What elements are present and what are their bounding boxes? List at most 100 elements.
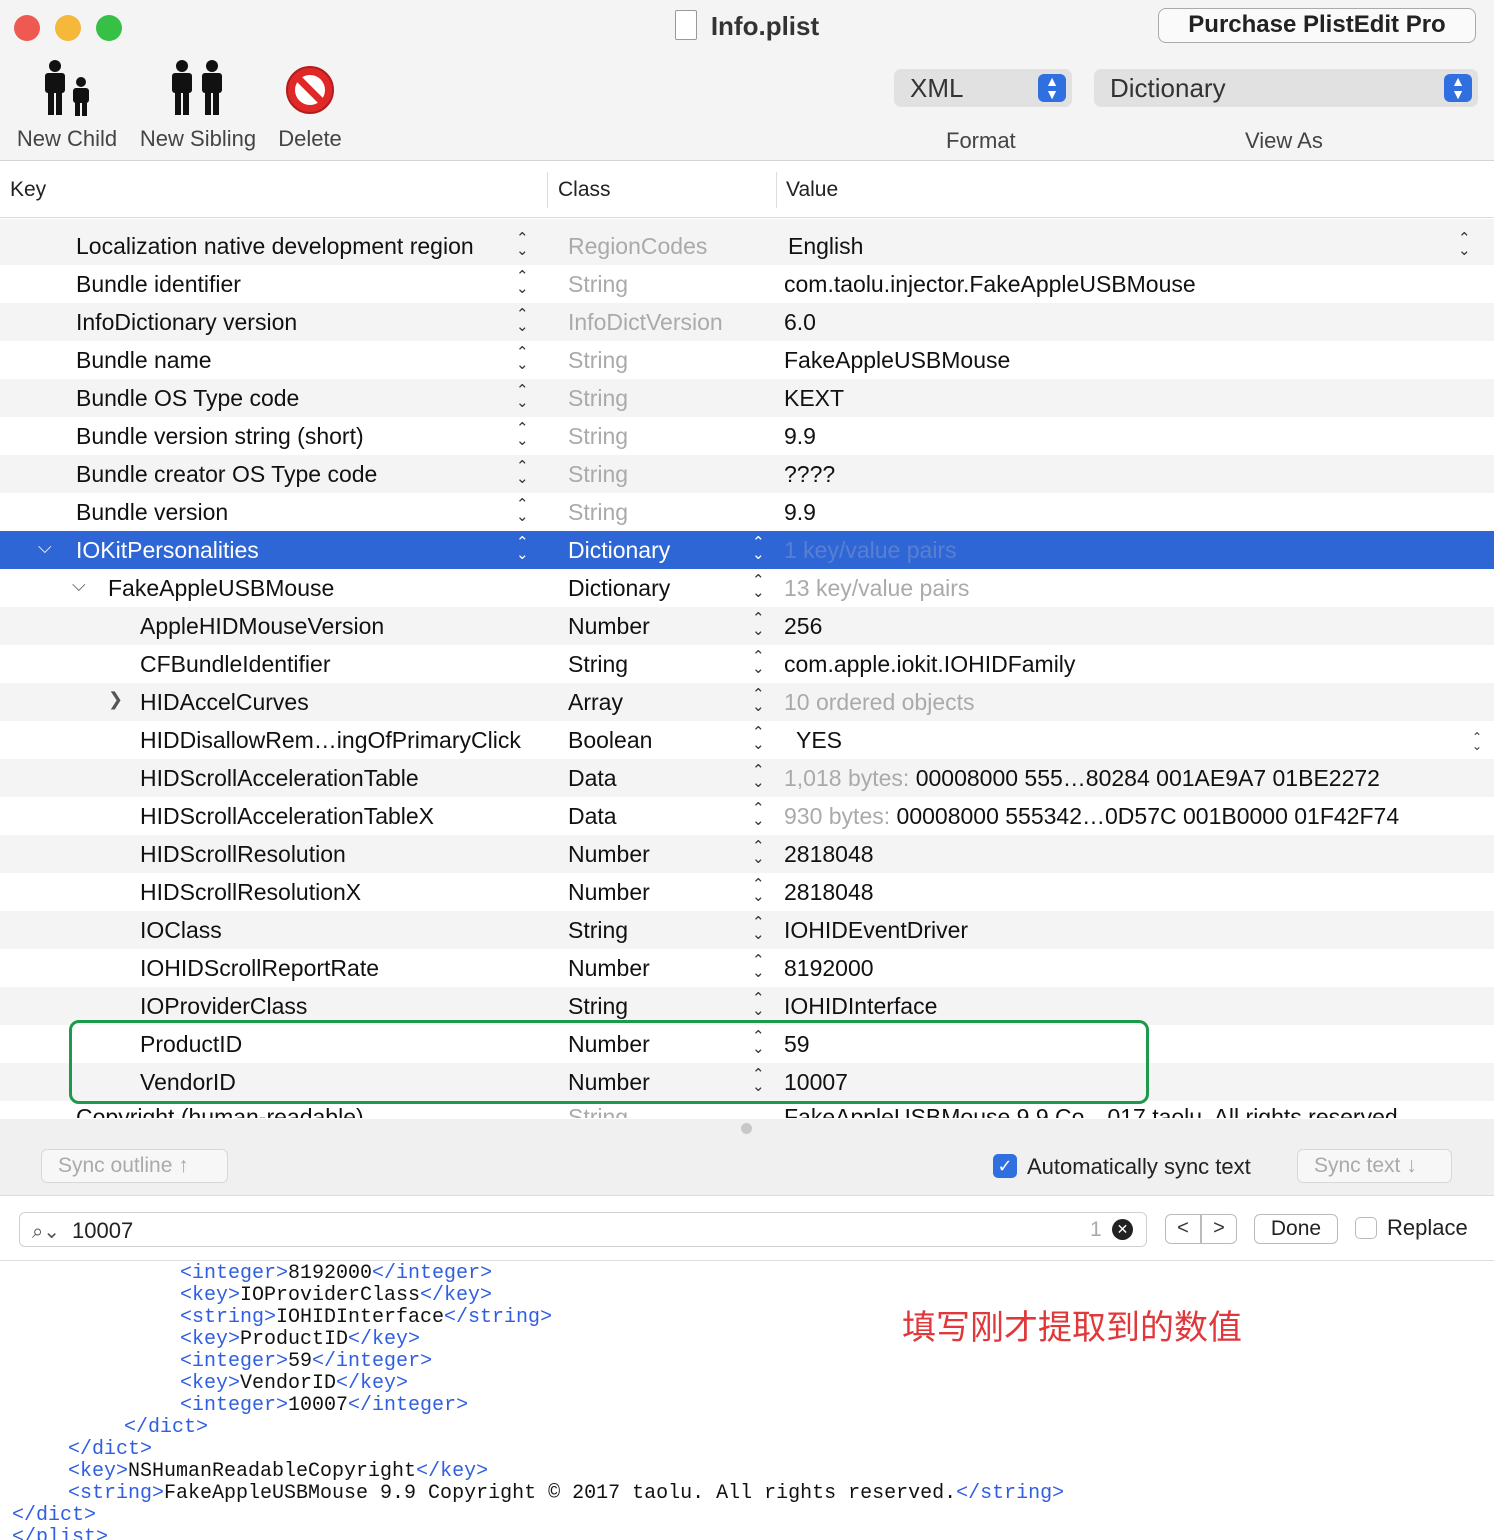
- replace-checkbox[interactable]: [1355, 1217, 1377, 1239]
- row-value[interactable]: IOHIDEventDriver: [784, 917, 968, 944]
- row-value[interactable]: 256: [784, 613, 822, 640]
- row-value[interactable]: 1 key/value pairs: [784, 537, 957, 564]
- sync-text-button[interactable]: Sync text ↓: [1297, 1149, 1452, 1183]
- row-class[interactable]: Boolean: [568, 727, 652, 754]
- row-key[interactable]: HIDScrollResolutionX: [140, 879, 361, 906]
- outline-row[interactable]: IOHIDScrollReportRate Number ⌃ ⌄ 8192000: [0, 949, 1494, 987]
- clear-search-icon[interactable]: ✕: [1112, 1219, 1133, 1240]
- row-value[interactable]: 9.9: [784, 499, 816, 526]
- row-key[interactable]: IOClass: [140, 917, 222, 944]
- new-child-button[interactable]: New Child: [12, 58, 122, 152]
- class-stepper-icon[interactable]: ⌃ ⌄: [752, 687, 765, 714]
- row-value[interactable]: IOHIDInterface: [784, 993, 937, 1020]
- row-class[interactable]: Number: [568, 613, 650, 640]
- row-value[interactable]: YES: [796, 727, 842, 754]
- row-class[interactable]: InfoDictVersion: [568, 309, 723, 336]
- column-header-value[interactable]: Value: [786, 178, 838, 202]
- row-class[interactable]: Number: [568, 879, 650, 906]
- format-popup[interactable]: XML ▲ ▼: [894, 69, 1072, 107]
- row-key[interactable]: HIDScrollAccelerationTableX: [140, 803, 434, 830]
- column-header-key[interactable]: Key: [10, 178, 46, 202]
- row-class[interactable]: String: [568, 461, 628, 488]
- row-key[interactable]: IOHIDScrollReportRate: [140, 955, 379, 982]
- class-stepper-icon[interactable]: ⌃ ⌄: [752, 573, 765, 600]
- key-stepper-icon[interactable]: ⌃ ⌄: [516, 383, 529, 410]
- class-stepper-icon[interactable]: ⌃ ⌄: [752, 535, 765, 562]
- row-value[interactable]: KEXT: [784, 385, 844, 412]
- outline-row[interactable]: HIDScrollResolution Number ⌃ ⌄ 2818048: [0, 835, 1494, 873]
- outline-row[interactable]: ⌵ FakeAppleUSBMouse Dictionary ⌃ ⌄ 13 key/val…: [0, 569, 1494, 607]
- outline-row[interactable]: Bundle creator OS Type code ⌃ ⌄ String????: [0, 455, 1494, 493]
- row-key[interactable]: Bundle version: [76, 499, 228, 526]
- row-value[interactable]: 2818048: [784, 879, 874, 906]
- class-stepper-icon[interactable]: ⌃ ⌄: [752, 839, 765, 866]
- class-stepper-icon[interactable]: ⌃ ⌄: [752, 763, 765, 790]
- outline-row[interactable]: HIDScrollAccelerationTableX Data ⌃ ⌄ 930 byt…: [0, 797, 1494, 835]
- row-value[interactable]: ????: [784, 461, 835, 488]
- class-stepper-icon[interactable]: ⌃ ⌄: [752, 801, 765, 828]
- xml-text-view[interactable]: <integer>8192000</integer> <key>IOProvide…: [0, 1262, 1494, 1540]
- outline-row-partial[interactable]: Copyright (human-readable) String FakeAp…: [0, 1100, 1494, 1118]
- outline-row[interactable]: CFBundleIdentifier String ⌃ ⌄ com.apple.ioki…: [0, 645, 1494, 683]
- find-next-button[interactable]: >: [1201, 1214, 1237, 1244]
- key-stepper-icon[interactable]: ⌃ ⌄: [516, 231, 529, 258]
- row-key[interactable]: InfoDictionary version: [76, 309, 297, 336]
- key-stepper-icon[interactable]: ⌃ ⌄: [516, 421, 529, 448]
- new-sibling-button[interactable]: New Sibling: [134, 58, 262, 152]
- row-key[interactable]: Bundle name: [76, 347, 212, 374]
- row-class[interactable]: Number: [568, 955, 650, 982]
- done-button[interactable]: Done: [1254, 1214, 1338, 1244]
- row-class[interactable]: String: [568, 347, 628, 374]
- row-value[interactable]: FakeAppleUSBMouse: [784, 347, 1010, 374]
- row-class[interactable]: String: [568, 385, 628, 412]
- value-popup-icon[interactable]: ⌃ ⌄: [1458, 231, 1471, 258]
- search-input[interactable]: 10007: [72, 1218, 133, 1244]
- outline-row[interactable]: InfoDictionary version ⌃ ⌄ InfoDictVersion 6…: [0, 303, 1494, 341]
- row-value[interactable]: com.apple.iokit.IOHIDFamily: [784, 651, 1075, 678]
- sync-outline-button[interactable]: Sync outline ↑: [41, 1149, 228, 1183]
- row-key[interactable]: CFBundleIdentifier: [140, 651, 331, 678]
- class-stepper-icon[interactable]: ⌃ ⌄: [752, 649, 765, 676]
- row-key[interactable]: HIDScrollAccelerationTable: [140, 765, 419, 792]
- outline-row[interactable]: IOClass String ⌃ ⌄ IOHIDEventDriver: [0, 911, 1494, 949]
- row-key[interactable]: HIDDisallowRem…ingOfPrimaryClick: [140, 727, 521, 754]
- row-key[interactable]: Bundle identifier: [76, 271, 241, 298]
- row-class[interactable]: Dictionary: [568, 575, 670, 602]
- row-value[interactable]: English: [788, 233, 863, 260]
- row-key[interactable]: IOProviderClass: [140, 993, 307, 1020]
- view-as-popup[interactable]: Dictionary ▲ ▼: [1094, 69, 1478, 107]
- outline-row[interactable]: Localization native development region ⌃ ⌄…: [0, 227, 1494, 265]
- row-class[interactable]: Data: [568, 765, 617, 792]
- row-class[interactable]: Dictionary: [568, 537, 670, 564]
- class-stepper-icon[interactable]: ⌃ ⌄: [752, 877, 765, 904]
- class-stepper-icon[interactable]: ⌃ ⌄: [752, 991, 765, 1018]
- row-value[interactable]: 6.0: [784, 309, 816, 336]
- row-class[interactable]: RegionCodes: [568, 233, 707, 260]
- row-key[interactable]: FakeAppleUSBMouse: [108, 575, 334, 602]
- key-stepper-icon[interactable]: ⌃ ⌄: [516, 345, 529, 372]
- search-field[interactable]: ⌕⌄ 10007 1 ✕: [19, 1212, 1147, 1247]
- row-class[interactable]: Data: [568, 803, 617, 830]
- row-key[interactable]: HIDAccelCurves: [140, 689, 309, 716]
- row-value[interactable]: 930 bytes: 00008000 555342…0D57C 001B000…: [784, 803, 1399, 830]
- disclosure-triangle-icon[interactable]: ⌵: [38, 537, 52, 558]
- row-value[interactable]: 1,018 bytes: 00008000 555…80284 001AE9A7…: [784, 765, 1380, 792]
- row-class[interactable]: String: [568, 499, 628, 526]
- row-value[interactable]: 8192000: [784, 955, 874, 982]
- row-class[interactable]: Number: [568, 841, 650, 868]
- outline-row[interactable]: Bundle name ⌃ ⌄ String FakeAppleUSBMouse: [0, 341, 1494, 379]
- outline-row[interactable]: HIDDisallowRem…ingOfPrimaryClick Boolean ⌃…: [0, 721, 1494, 759]
- value-popup-icon[interactable]: ⌃ ⌄: [1472, 731, 1482, 752]
- row-key[interactable]: Bundle version string (short): [76, 423, 364, 450]
- class-stepper-icon[interactable]: ⌃ ⌄: [752, 611, 765, 638]
- row-value[interactable]: 9.9: [784, 423, 816, 450]
- outline-row[interactable]: HIDScrollAccelerationTable Data ⌃ ⌄ 1,018 by…: [0, 759, 1494, 797]
- outline-row[interactable]: HIDScrollResolutionX Number ⌃ ⌄ 2818048: [0, 873, 1494, 911]
- disclosure-triangle-icon[interactable]: ⌵: [72, 575, 86, 596]
- key-stepper-icon[interactable]: ⌃ ⌄: [516, 307, 529, 334]
- outline-row[interactable]: Bundle version string (short) ⌃ ⌄ String 9.9: [0, 417, 1494, 455]
- disclosure-triangle-icon[interactable]: ❯: [108, 689, 123, 710]
- row-key[interactable]: IOKitPersonalities: [76, 537, 259, 564]
- class-stepper-icon[interactable]: ⌃ ⌄: [752, 953, 765, 980]
- outline-row[interactable]: Bundle OS Type code ⌃ ⌄ String KEXT: [0, 379, 1494, 417]
